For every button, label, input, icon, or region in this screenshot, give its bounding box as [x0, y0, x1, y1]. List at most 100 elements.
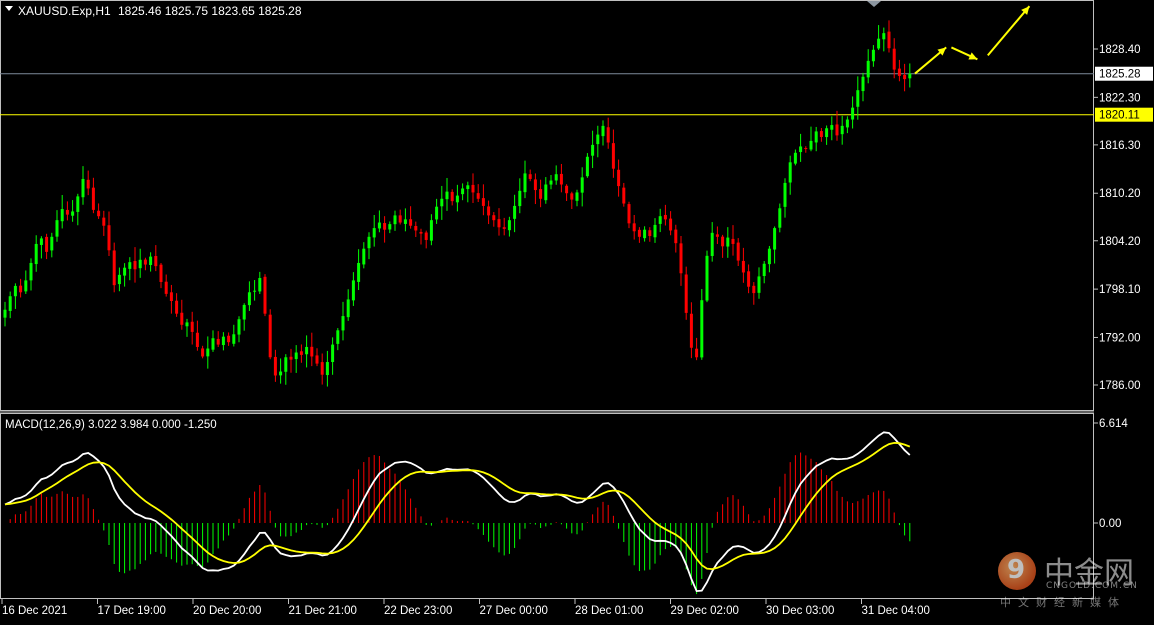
candle [377, 210, 381, 233]
macd-lines [4, 431, 911, 593]
candle [216, 331, 220, 347]
candle [679, 235, 683, 286]
candle [721, 234, 725, 258]
candle [97, 203, 101, 219]
candle [71, 200, 75, 222]
candle [450, 189, 454, 206]
candle [289, 348, 293, 373]
time-tick-label: 28 Dec 01:00 [575, 605, 643, 617]
candle [533, 173, 537, 205]
shift-marker-icon[interactable] [867, 1, 881, 7]
candle [877, 25, 881, 51]
candle [357, 249, 361, 291]
price-tick-label: 1804.20 [1099, 236, 1141, 248]
candle [206, 336, 210, 369]
candle [325, 350, 329, 387]
candle [29, 258, 33, 291]
candle [793, 149, 797, 166]
candle [305, 335, 309, 368]
candle [185, 318, 189, 337]
candle [726, 227, 730, 258]
price-chart[interactable]: 1828.40 1822.30 1816.30 1810.20 1804.20 1798.… [0, 0, 1154, 620]
candle [845, 116, 849, 134]
candle [362, 242, 366, 269]
candle [710, 222, 714, 262]
candle [903, 63, 907, 92]
candle [601, 120, 605, 146]
candle [767, 245, 771, 273]
candle [284, 354, 288, 385]
watermark-tagline: 中文财经新媒体 [1000, 596, 1126, 609]
candle [221, 332, 225, 351]
candle [65, 201, 69, 221]
candle [268, 309, 272, 360]
candle [882, 27, 886, 52]
candle [762, 261, 766, 284]
price-tick-label: 1786.00 [1099, 380, 1141, 392]
candle [523, 160, 527, 199]
candle [513, 194, 517, 233]
candle [429, 214, 433, 246]
candle [528, 169, 532, 182]
price-levels [0, 73, 1094, 116]
candle [367, 232, 371, 260]
candle [435, 198, 439, 224]
candle [866, 49, 870, 84]
candle [591, 130, 595, 169]
candle [830, 116, 834, 141]
candle [403, 208, 407, 232]
candle [825, 125, 829, 145]
candle [799, 133, 803, 162]
candle [336, 328, 340, 351]
candle [653, 218, 657, 243]
candle [897, 59, 901, 82]
forecast-arrow [950, 46, 978, 61]
candle [383, 216, 387, 243]
candle [487, 200, 491, 225]
time-tick-label: 20 Dec 20:00 [193, 605, 261, 617]
candle [60, 194, 64, 229]
candle [232, 324, 236, 347]
candle [211, 330, 215, 352]
candle [169, 284, 173, 314]
candle [643, 226, 647, 242]
candle [445, 178, 449, 211]
candle [622, 182, 626, 207]
candle [13, 283, 17, 309]
candle [539, 179, 543, 208]
time-tick-label: 27 Dec 00:00 [480, 605, 548, 617]
candle [648, 227, 652, 242]
candle [788, 155, 792, 195]
candle [840, 115, 844, 145]
candle [273, 349, 277, 382]
candle [908, 63, 912, 88]
candle [544, 177, 548, 204]
candle [674, 224, 678, 253]
candle [596, 125, 600, 158]
candle [455, 184, 459, 212]
candle [570, 191, 574, 210]
candle [773, 226, 777, 264]
candle [565, 184, 569, 201]
candle [871, 45, 875, 67]
candle [466, 181, 470, 203]
time-tick-label: 16 Dec 2021 [2, 605, 67, 617]
candle [310, 332, 314, 367]
candle [549, 175, 553, 190]
price-tick-label: 1816.30 [1099, 140, 1141, 152]
candle [159, 263, 163, 289]
menu-triangle-icon[interactable] [5, 6, 13, 11]
candle [320, 353, 324, 385]
candle [809, 126, 813, 152]
candle [393, 210, 397, 231]
time-tick-label: 17 Dec 19:00 [98, 605, 166, 617]
candle [700, 289, 704, 360]
candle [632, 215, 636, 240]
candle [299, 344, 303, 363]
current-price-badge: 1825.28 [1095, 66, 1153, 81]
price-tick-label: 1810.20 [1099, 188, 1141, 200]
candle [164, 274, 168, 297]
candle [143, 257, 147, 271]
candlesticks [3, 20, 912, 387]
candle [741, 247, 745, 283]
